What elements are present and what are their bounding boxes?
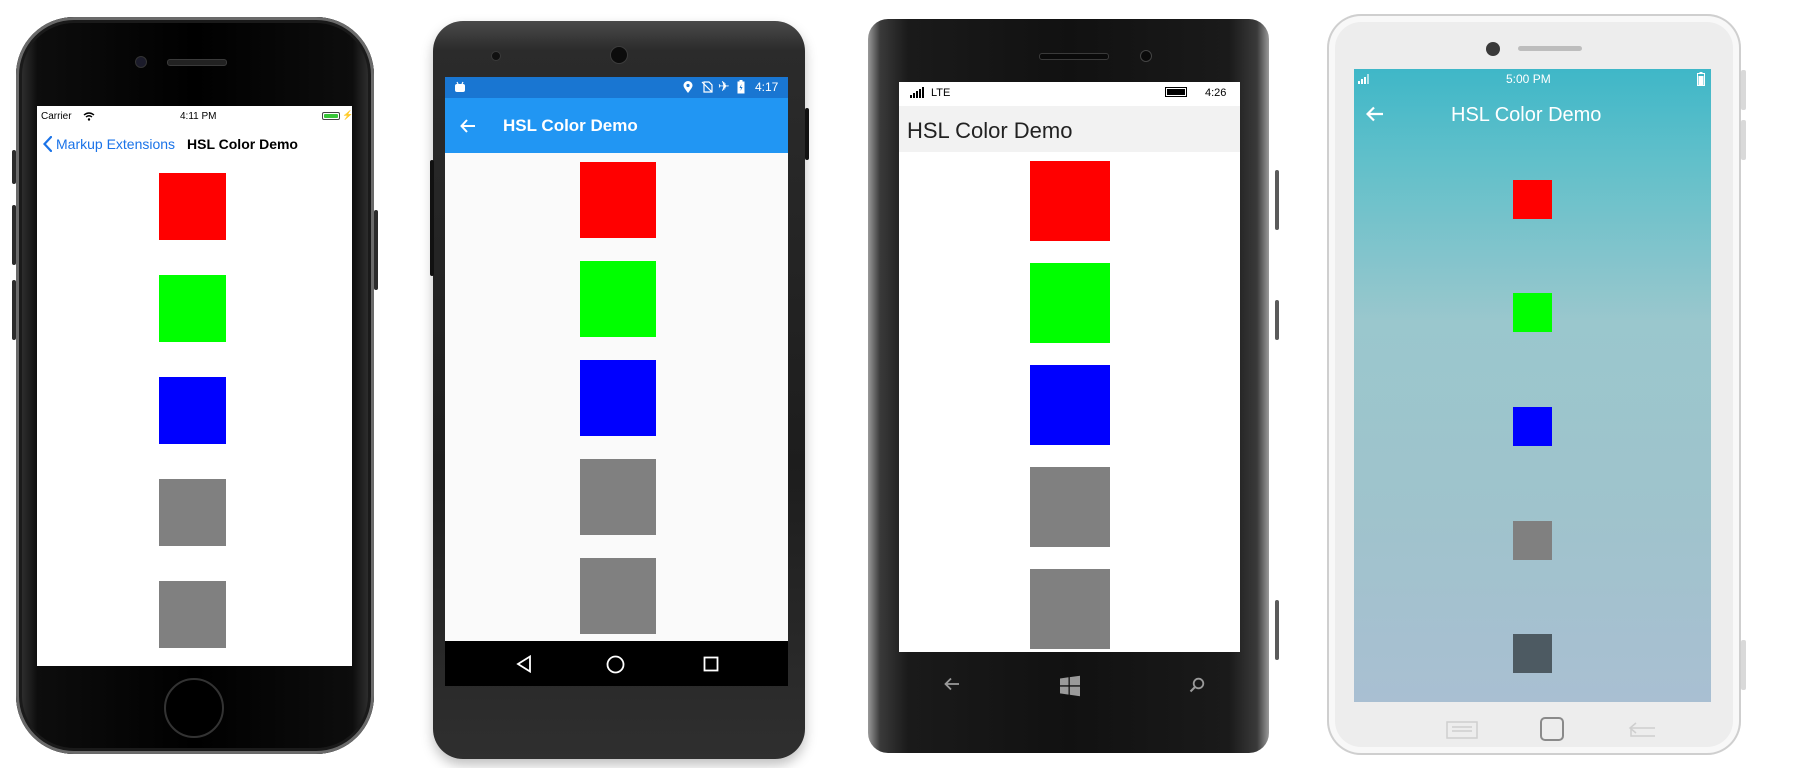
android-power-button xyxy=(805,108,809,160)
tizen-back-arrow-icon[interactable] xyxy=(1366,106,1384,122)
chevron-left-icon xyxy=(43,136,52,152)
tizen-time: 5:00 PM xyxy=(1506,72,1551,86)
windows-battery-icon xyxy=(1165,87,1187,97)
signal-strength-icon xyxy=(910,87,924,98)
color-swatch-gray-2 xyxy=(159,581,226,648)
color-swatch-green xyxy=(1513,293,1552,332)
color-swatch-red xyxy=(159,173,226,240)
windows-time: 4:26 xyxy=(1205,87,1227,99)
ios-carrier: Carrier xyxy=(41,111,72,122)
ios-navigation-bar: Markup Extensions HSL Color Demo xyxy=(37,128,352,158)
color-swatch-gray xyxy=(1030,467,1110,547)
iphone-home-button[interactable] xyxy=(164,678,224,738)
battery-icon xyxy=(322,112,340,120)
color-swatch-blue xyxy=(1030,365,1110,445)
windows-network-label: LTE xyxy=(931,87,951,99)
ios-time: 4:11 PM xyxy=(180,111,217,122)
battery-charging-icon xyxy=(737,80,745,94)
tizen-side-button-2 xyxy=(1741,120,1746,160)
windows-camera-button xyxy=(1275,600,1279,660)
iphone-speaker xyxy=(167,59,227,66)
color-swatch-blue xyxy=(580,360,656,436)
nav-back-triangle-icon[interactable] xyxy=(516,655,532,673)
android-navigation-bar xyxy=(445,641,788,686)
ios-page-title: HSL Color Demo xyxy=(187,136,298,152)
tizen-battery-icon xyxy=(1697,72,1705,86)
color-swatch-red xyxy=(1030,161,1110,241)
windows-back-arrow-icon[interactable] xyxy=(944,677,960,691)
windows-navigation-bar xyxy=(899,652,1240,716)
android-time: 4:17 xyxy=(755,80,779,94)
iphone-power-button xyxy=(374,210,378,290)
android-sensor xyxy=(491,51,501,61)
iphone-volume-down xyxy=(12,280,16,340)
iphone-volume-up xyxy=(12,205,16,265)
charging-bolt-icon: ⚡ xyxy=(342,110,352,120)
iphone-mute-switch xyxy=(12,150,16,184)
windows-status-bar: LTE 4:26 xyxy=(899,82,1240,106)
airplane-mode-icon: ✈ xyxy=(718,78,730,94)
color-swatch-green xyxy=(580,261,656,337)
tizen-navigation-bar: HSL Color Demo xyxy=(1354,89,1711,144)
windows-power-button xyxy=(1275,300,1279,340)
tizen-speaker xyxy=(1518,46,1582,51)
location-icon xyxy=(683,81,693,93)
color-swatch-blue xyxy=(159,377,226,444)
windows-volume-button xyxy=(1275,170,1279,230)
color-swatch-blue xyxy=(1513,407,1552,446)
windows-title-bar: HSL Color Demo xyxy=(899,106,1240,152)
color-swatch-gray xyxy=(159,479,226,546)
windows-search-icon[interactable] xyxy=(1189,677,1205,693)
tizen-screen: 5:00 PM HSL Color Demo xyxy=(1354,69,1711,702)
android-status-bar: ✈ 4:17 xyxy=(445,77,788,98)
color-swatch-gray xyxy=(1513,521,1552,560)
windows-start-icon[interactable] xyxy=(1059,675,1081,697)
tizen-home-key-icon[interactable] xyxy=(1539,716,1565,742)
ios-back-button[interactable]: Markup Extensions xyxy=(43,136,175,152)
color-swatch-gray-2 xyxy=(1030,569,1110,649)
windows-speaker xyxy=(1039,53,1109,60)
android-notification-icon xyxy=(455,81,465,92)
windows-screen: LTE 4:26 HSL Color Demo xyxy=(899,82,1240,652)
nav-home-circle-icon[interactable] xyxy=(606,655,625,674)
windows-front-camera xyxy=(1140,50,1152,62)
color-swatch-red xyxy=(1513,180,1552,219)
color-swatch-gray-2 xyxy=(580,558,656,634)
tizen-status-bar: 5:00 PM xyxy=(1354,69,1711,89)
ios-status-bar: Carrier 4:11 PM ⚡ xyxy=(41,108,352,126)
tizen-side-button-1 xyxy=(1741,70,1746,110)
nav-recents-square-icon[interactable] xyxy=(703,656,719,672)
color-swatch-green xyxy=(1030,263,1110,343)
color-swatch-gray xyxy=(580,459,656,535)
iphone-front-camera xyxy=(135,56,147,68)
android-page-title: HSL Color Demo xyxy=(503,116,638,135)
ios-screen: Carrier 4:11 PM ⚡ Markup Extensions HSL … xyxy=(37,106,352,666)
android-screen: ✈ 4:17 HSL Color Demo xyxy=(445,77,788,686)
ios-back-label: Markup Extensions xyxy=(56,136,176,152)
color-swatch-red xyxy=(580,162,656,238)
tizen-back-key-icon[interactable] xyxy=(1625,722,1657,738)
android-volume-rocker xyxy=(430,160,434,276)
android-toolbar: HSL Color Demo xyxy=(445,98,788,153)
tizen-menu-key-icon[interactable] xyxy=(1446,721,1478,739)
no-sim-icon xyxy=(701,81,713,93)
color-swatch-green xyxy=(159,275,226,342)
windows-page-title: HSL Color Demo xyxy=(907,118,1073,143)
tizen-side-button-3 xyxy=(1741,640,1746,690)
tizen-page-title: HSL Color Demo xyxy=(1451,104,1602,126)
tizen-signal-icon xyxy=(1358,74,1369,84)
arrow-back-icon[interactable] xyxy=(460,118,476,134)
wifi-icon xyxy=(83,112,95,121)
android-front-camera xyxy=(610,46,628,64)
color-swatch-dark-slate xyxy=(1513,634,1552,673)
tizen-front-camera xyxy=(1486,42,1500,56)
